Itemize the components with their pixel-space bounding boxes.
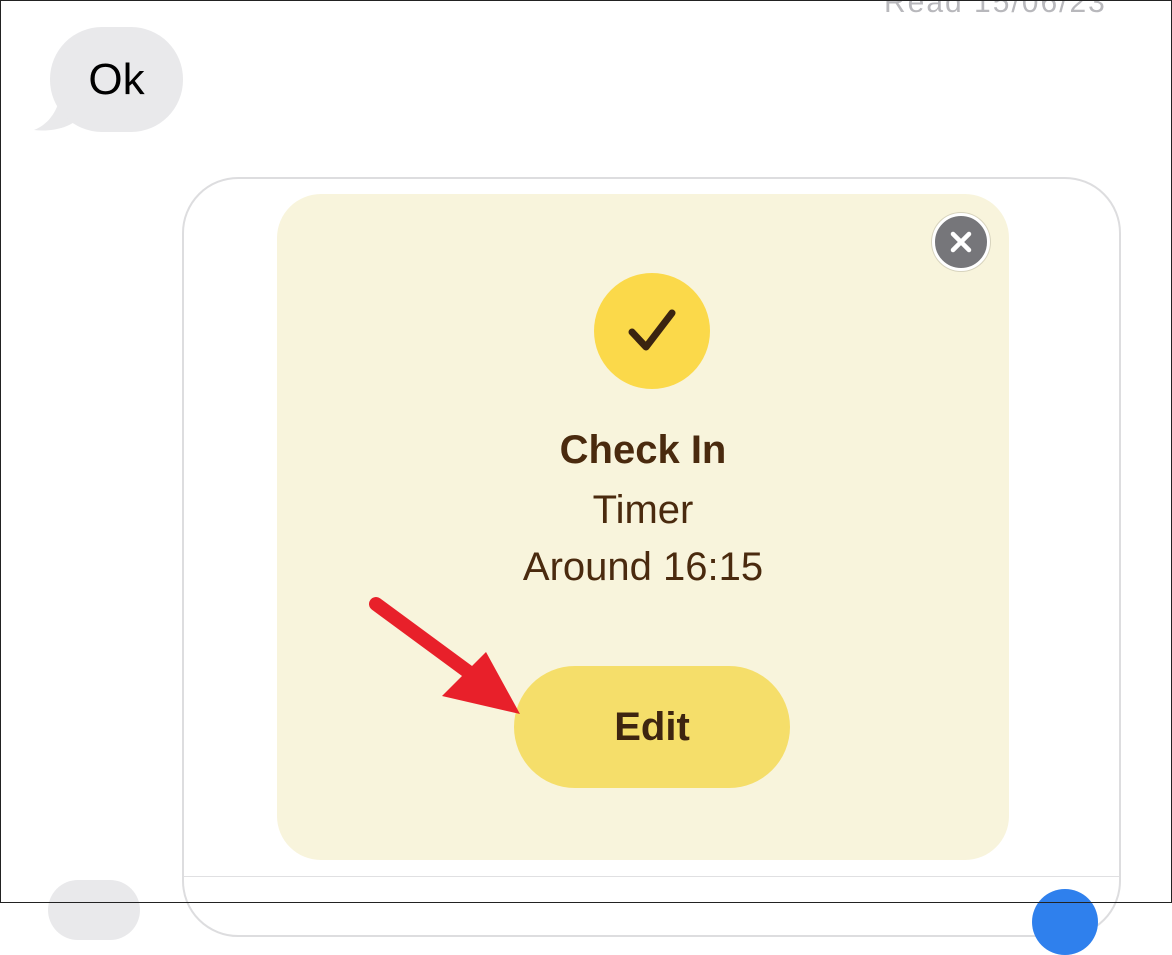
check-in-mode: Timer (592, 488, 694, 532)
send-button[interactable] (1032, 889, 1098, 955)
close-icon (950, 231, 972, 253)
check-in-time: Around 16:15 (522, 545, 764, 589)
checkmark-icon (628, 309, 676, 351)
read-receipt: Read 15/06/23 (884, 0, 1107, 19)
check-in-status-badge (594, 273, 710, 389)
next-message-bubble (48, 880, 140, 940)
card-divider (184, 876, 1119, 877)
check-in-title: Check In (559, 428, 727, 472)
incoming-message-text: Ok (88, 54, 145, 104)
edit-button-label: Edit (614, 704, 690, 749)
close-button[interactable] (932, 213, 990, 271)
edit-button[interactable]: Edit (514, 666, 790, 788)
incoming-message-bubble[interactable]: Ok (50, 27, 183, 132)
